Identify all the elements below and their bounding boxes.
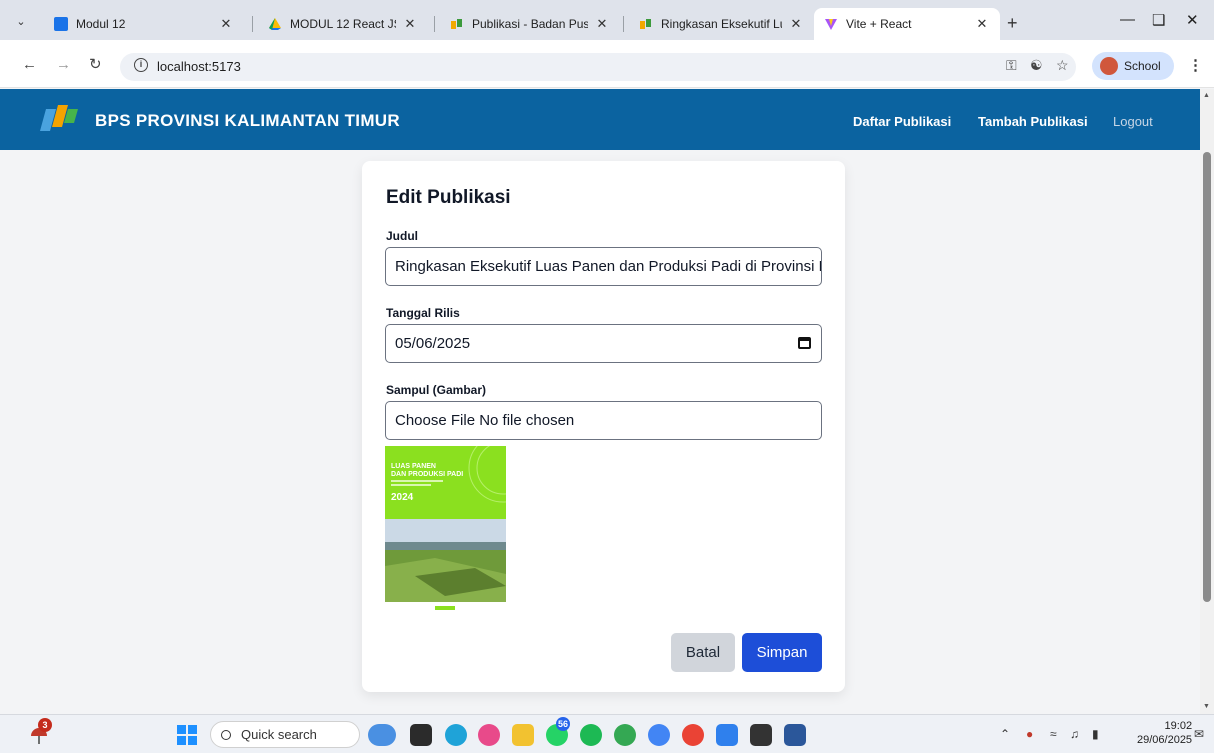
page-viewport: BPS PROVINSI KALIMANTAN TIMUR Daftar Pub… <box>0 89 1200 714</box>
cover-preview-image: LUAS PANEN DAN PRODUKSI PADI 2024 <box>385 446 506 616</box>
taskbar-clock[interactable]: 19:02 29/06/2025 <box>1137 719 1192 747</box>
close-window-icon[interactable]: ✕ <box>1186 11 1199 29</box>
calendar-picker-icon[interactable] <box>798 337 811 349</box>
edge-icon[interactable] <box>445 724 467 746</box>
cover-title-line-1: LUAS PANEN <box>391 463 436 470</box>
tab-divider <box>623 16 624 32</box>
url-text[interactable]: localhost:5173 <box>157 59 241 74</box>
tanggal-rilis-input[interactable]: 05/06/2025 <box>385 324 822 363</box>
sampul-label: Sampul (Gambar) <box>386 383 487 397</box>
bps-icon <box>451 19 462 29</box>
whatsapp-badge: 56 <box>556 717 570 731</box>
tab-title: Vite + React <box>846 17 912 31</box>
new-tab-icon[interactable]: + <box>1007 13 1018 34</box>
taskbar-search-input[interactable]: Quick search <box>210 721 360 748</box>
widgets-icon[interactable] <box>368 724 396 746</box>
tab-publikasi-bps[interactable]: Publikasi - Badan Pusat S ✕ <box>440 8 620 40</box>
wifi-icon[interactable]: ≈ <box>1050 727 1057 741</box>
tanggal-rilis-label: Tanggal Rilis <box>386 306 460 320</box>
avatar <box>1100 57 1118 75</box>
restore-icon[interactable]: ❑ <box>1152 11 1165 29</box>
nav-logout[interactable]: Logout <box>1113 114 1153 129</box>
profile-label: School <box>1124 59 1161 73</box>
file-explorer-icon[interactable] <box>512 724 534 746</box>
tab-ringkasan-eksekutif[interactable]: Ringkasan Eksekutif Luas ✕ <box>629 8 814 40</box>
cancel-button[interactable]: Batal <box>671 633 735 672</box>
close-tab-icon[interactable]: ✕ <box>974 16 990 32</box>
reload-icon[interactable]: ↻ <box>89 55 102 73</box>
vite-icon <box>825 19 837 30</box>
close-tab-icon[interactable]: ✕ <box>402 16 418 32</box>
tab-divider <box>252 16 253 32</box>
minimize-icon[interactable]: — <box>1120 11 1135 28</box>
scroll-up-icon[interactable]: ▲ <box>1203 92 1210 99</box>
search-placeholder: Quick search <box>241 727 317 742</box>
spotify-icon[interactable] <box>580 724 602 746</box>
tab-title: Ringkasan Eksekutif Luas <box>661 17 782 31</box>
battery-icon[interactable]: ▮ <box>1092 727 1099 741</box>
sampul-file-input[interactable]: Choose File No file chosen <box>385 401 822 440</box>
tab-modul-12-react[interactable]: MODUL 12 React JS & Ta ✕ <box>258 8 428 40</box>
address-bar[interactable] <box>120 53 1076 81</box>
tab-modul-12[interactable]: Modul 12 ✕ <box>44 8 244 40</box>
word-icon[interactable] <box>784 724 806 746</box>
translate-icon[interactable]: ☯ <box>1030 57 1043 74</box>
bookmark-star-icon[interactable]: ☆ <box>1056 57 1069 74</box>
volume-icon[interactable]: ♫ <box>1070 727 1079 741</box>
close-tab-icon[interactable]: ✕ <box>218 16 234 32</box>
search-icon <box>221 729 231 740</box>
judul-input[interactable]: Ringkasan Eksekutif Luas Panen dan Produ… <box>385 247 822 286</box>
scroll-down-icon[interactable]: ▼ <box>1203 703 1210 710</box>
chrome-icon[interactable] <box>614 724 636 746</box>
nav-tambah-publikasi[interactable]: Tambah Publikasi <box>978 114 1088 129</box>
tab-vite-react[interactable]: Vite + React ✕ <box>814 8 1000 40</box>
tab-search-chevron-icon[interactable]: ⌄ <box>10 10 32 32</box>
weather-badge: 3 <box>38 718 52 732</box>
cover-title-line-2: DAN PRODUKSI PADI <box>391 471 463 478</box>
edit-publikasi-card: Edit Publikasi Judul Ringkasan Eksekutif… <box>362 161 845 692</box>
scrollbar-thumb[interactable] <box>1203 152 1211 602</box>
tanggal-rilis-value: 05/06/2025 <box>395 335 471 352</box>
google-drive-icon <box>269 18 281 30</box>
vscode-icon[interactable] <box>716 724 738 746</box>
close-tab-icon[interactable]: ✕ <box>594 16 610 32</box>
tab-divider <box>434 16 435 32</box>
judul-label: Judul <box>386 229 418 243</box>
copilot-icon[interactable] <box>478 724 500 746</box>
windows-start-icon[interactable] <box>176 724 198 746</box>
tray-overflow-icon[interactable]: ⌃ <box>1000 727 1010 741</box>
terminal-icon[interactable] <box>750 724 772 746</box>
nav-daftar-publikasi[interactable]: Daftar Publikasi <box>853 114 951 129</box>
tab-strip: ⌄ Modul 12 ✕ MODUL 12 React JS & Ta ✕ Pu… <box>0 0 1214 40</box>
clock-time: 19:02 <box>1164 720 1193 732</box>
close-tab-icon[interactable]: ✕ <box>788 16 804 32</box>
security-icon[interactable]: ● <box>1026 727 1033 741</box>
calendar-icon <box>54 17 68 31</box>
tab-title: Modul 12 <box>76 17 126 31</box>
chrome-profile-icon[interactable] <box>648 724 670 746</box>
cover-illustration: LUAS PANEN DAN PRODUKSI PADI 2024 <box>385 446 506 616</box>
cover-year: 2024 <box>391 492 414 503</box>
password-key-icon[interactable]: ⚿ <box>1006 57 1017 74</box>
app-header: BPS PROVINSI KALIMANTAN TIMUR Daftar Pub… <box>0 89 1200 150</box>
tab-title: Publikasi - Badan Pusat S <box>472 17 588 31</box>
clock-date: 29/06/2025 <box>1137 734 1193 746</box>
bps-logo-icon <box>40 105 78 131</box>
site-info-icon[interactable]: i <box>134 58 148 72</box>
profile-button[interactable]: School <box>1092 52 1174 80</box>
taskbar: 3 Quick search 56 ⌃ ● ≈ ♫ ▮ 19:02 29/06/… <box>0 714 1214 753</box>
browser-menu-icon[interactable]: ⋮ <box>1188 56 1203 74</box>
form-title: Edit Publikasi <box>386 187 511 208</box>
chrome-profile-2-icon[interactable] <box>682 724 704 746</box>
save-button[interactable]: Simpan <box>742 633 822 672</box>
back-icon[interactable]: ← <box>22 56 37 73</box>
forward-icon[interactable]: → <box>56 56 71 73</box>
brand-title[interactable]: BPS PROVINSI KALIMANTAN TIMUR <box>95 111 400 131</box>
notifications-icon[interactable]: ✉ <box>1194 727 1204 741</box>
tab-title: MODUL 12 React JS & Ta <box>290 17 396 31</box>
bps-icon <box>640 19 651 29</box>
task-view-icon[interactable] <box>410 724 432 746</box>
